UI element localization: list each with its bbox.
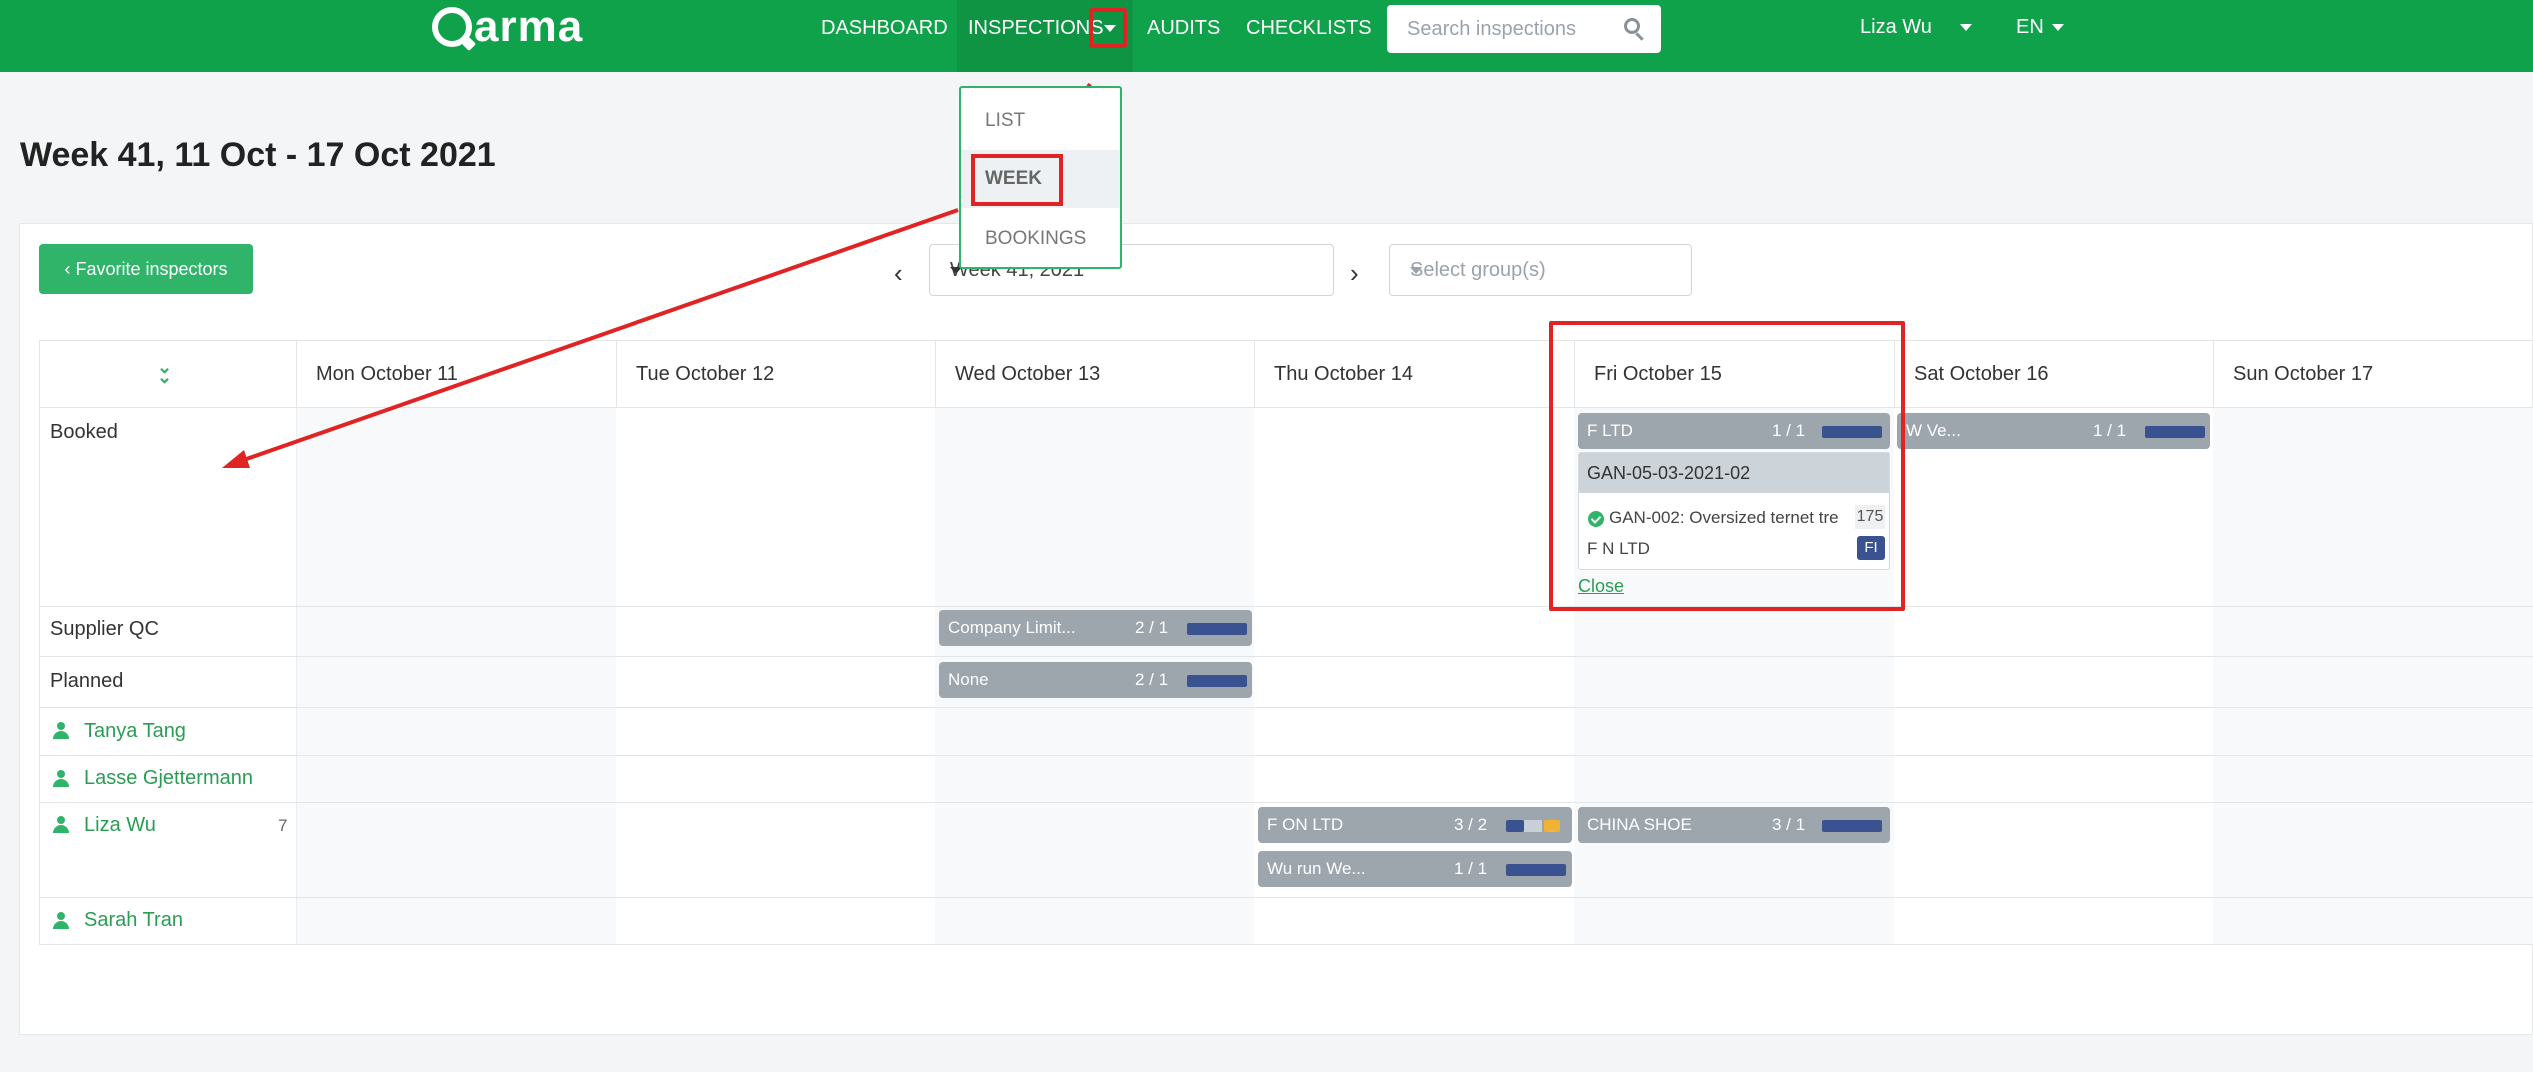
page-title: Week 41, 11 Oct - 17 Oct 2021 — [20, 136, 496, 174]
row-divider — [39, 755, 2533, 756]
annotation-week-highlight — [971, 154, 1063, 206]
event-booked-sat[interactable]: W Ve... 1 / 1 — [1897, 413, 2210, 449]
row-divider — [39, 944, 2533, 945]
inspections-dropdown-menu: LIST WEEK BOOKINGS — [959, 86, 1122, 269]
progress-bar — [1187, 675, 1247, 687]
event-ratio: 3 / 1 — [1772, 815, 1806, 834]
favorite-inspectors-label: Favorite inspectors — [75, 259, 228, 279]
group-select[interactable]: Select group(s) — [1389, 244, 1692, 296]
annotation-friday-highlight — [1549, 321, 1905, 611]
search-placeholder: Search inspections — [1407, 18, 1576, 40]
row-label-booked: Booked — [50, 421, 118, 443]
progress-bar-segment — [1524, 820, 1542, 832]
inspector-sarah-tran[interactable]: Sarah Tran — [84, 909, 183, 932]
progress-bar-warning — [1544, 820, 1560, 832]
day-header-mon: Mon October 11 — [296, 340, 616, 408]
row-divider — [39, 606, 2533, 607]
next-week-chevron-icon[interactable]: › — [1350, 258, 1359, 289]
day-header-thu: Thu October 14 — [1254, 340, 1574, 408]
event-ratio: 1 / 1 — [1454, 859, 1488, 878]
event-label: W Ve... — [1906, 421, 1961, 440]
search-icon[interactable] — [1624, 18, 1640, 34]
inspector-liza-wu[interactable]: Liza Wu — [84, 814, 156, 837]
nav-checklists[interactable]: CHECKLISTS — [1246, 0, 1372, 56]
menu-item-bookings[interactable]: BOOKINGS — [961, 210, 1120, 268]
row-divider — [39, 897, 2533, 898]
person-icon — [52, 816, 70, 834]
day-header-wed: Wed October 13 — [935, 340, 1254, 408]
progress-bar — [1506, 820, 1524, 832]
group-select-placeholder: Select group(s) — [1410, 259, 1546, 281]
grid-left-border — [39, 340, 40, 944]
progress-bar — [2145, 426, 2205, 438]
language-selector[interactable]: EN — [2016, 16, 2044, 39]
row-divider — [39, 656, 2533, 657]
inspections-dropdown-toggle[interactable] — [1089, 8, 1127, 48]
row-divider — [39, 802, 2533, 803]
event-label: Wu run We... — [1267, 859, 1366, 878]
row-divider — [39, 707, 2533, 708]
chevron-down-icon — [1104, 25, 1116, 32]
menu-item-list[interactable]: LIST — [961, 92, 1120, 150]
nav-inspections[interactable]: INSPECTIONS — [968, 0, 1104, 56]
progress-bar — [1187, 623, 1247, 635]
person-icon — [52, 912, 70, 930]
event-ratio: 3 / 2 — [1454, 815, 1488, 834]
double-chevron-down-icon[interactable]: ⌄ ⌄ — [157, 358, 172, 386]
person-icon — [52, 722, 70, 740]
previous-week-chevron-icon[interactable]: ‹ — [894, 258, 903, 289]
logo-q-mark — [432, 7, 472, 47]
day-column-mon — [296, 408, 616, 944]
event-label: None — [948, 670, 989, 689]
inspector-count: 7 — [278, 816, 288, 835]
event-ratio: 2 / 1 — [1135, 670, 1169, 689]
event-planned-wed[interactable]: None 2 / 1 — [939, 662, 1252, 698]
user-menu[interactable]: Liza Wu — [1860, 16, 1932, 39]
search-input[interactable]: Search inspections — [1387, 5, 1661, 53]
event-liza-fri[interactable]: CHINA SHOE 3 / 1 — [1578, 807, 1890, 843]
event-label: CHINA SHOE — [1587, 815, 1692, 834]
progress-bar — [1822, 820, 1882, 832]
logo-text: arma — [474, 2, 584, 51]
day-header-sat: Sat October 16 — [1894, 340, 2213, 408]
event-supplier-qc-wed[interactable]: Company Limit... 2 / 1 — [939, 610, 1252, 646]
person-icon — [52, 770, 70, 788]
nav-dashboard[interactable]: DASHBOARD — [821, 0, 948, 56]
user-chevron-down-icon[interactable] — [1960, 24, 1972, 31]
event-ratio: 1 / 1 — [2093, 421, 2127, 440]
event-label: F ON LTD — [1267, 815, 1344, 834]
row-label-supplier-qc: Supplier QC — [50, 618, 159, 640]
event-liza-thu-2[interactable]: Wu run We... 1 / 1 — [1258, 851, 1572, 887]
inspector-lasse-gjettermann[interactable]: Lasse Gjettermann — [84, 767, 253, 790]
progress-bar — [1506, 864, 1566, 876]
day-header-sun: Sun October 17 — [2213, 340, 2533, 408]
language-chevron-down-icon[interactable] — [2052, 24, 2064, 31]
event-label: Company Limit... — [948, 618, 1076, 637]
favorite-inspectors-button[interactable]: ‹ Favorite inspectors — [39, 244, 253, 294]
nav-audits[interactable]: AUDITS — [1147, 0, 1220, 56]
event-liza-thu-1[interactable]: F ON LTD 3 / 2 — [1258, 807, 1572, 843]
day-header-tue: Tue October 12 — [616, 340, 935, 408]
inspector-tanya-tang[interactable]: Tanya Tang — [84, 720, 186, 743]
event-ratio: 2 / 1 — [1135, 618, 1169, 637]
row-label-planned: Planned — [50, 670, 124, 692]
day-column-sun — [2213, 408, 2533, 944]
grid-divider — [296, 408, 297, 944]
chevron-down-icon — [1410, 267, 1422, 274]
logo[interactable]: arma — [432, 2, 583, 52]
